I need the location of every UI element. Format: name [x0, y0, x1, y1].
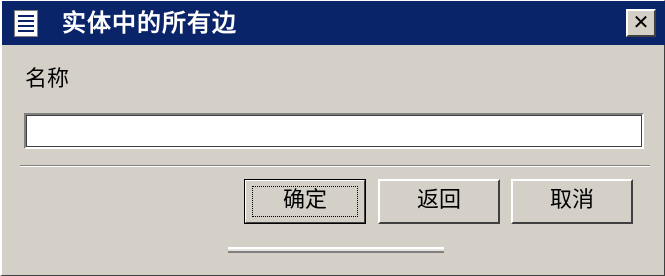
- back-button-label: 返回: [416, 188, 461, 213]
- ok-button[interactable]: 确定: [244, 179, 366, 224]
- name-input[interactable]: [24, 113, 644, 149]
- window-title: 实体中的所有边: [62, 9, 237, 37]
- ok-button-label: 确定: [282, 188, 327, 213]
- close-icon: ✕: [632, 10, 650, 34]
- dialog-window: 实体中的所有边 ✕ 名称 确定 返回 取消: [0, 0, 665, 276]
- title-bar[interactable]: 实体中的所有边 ✕: [2, 1, 665, 45]
- cancel-button[interactable]: 取消: [511, 179, 633, 224]
- cancel-button-label: 取消: [549, 188, 594, 213]
- resize-handle[interactable]: [228, 247, 444, 253]
- name-label: 名称: [25, 67, 70, 92]
- close-button[interactable]: ✕: [626, 9, 656, 37]
- separator: [20, 165, 650, 167]
- window-icon: [14, 10, 38, 37]
- back-button[interactable]: 返回: [378, 179, 500, 224]
